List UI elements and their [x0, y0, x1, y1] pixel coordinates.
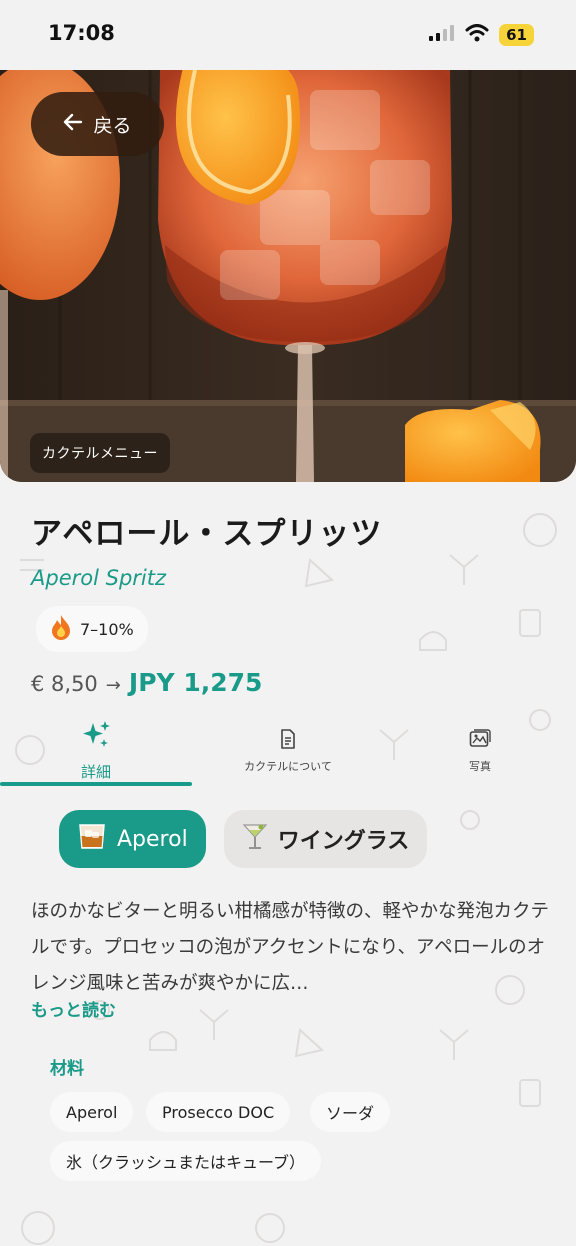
read-more-link[interactable]: もっと読む — [31, 996, 116, 1021]
drink-title: アペロール・スプリッツ — [31, 516, 383, 552]
base-spirit-label: Aperol — [117, 826, 188, 852]
arrow-left-icon — [63, 113, 83, 136]
signal-icon — [429, 25, 455, 45]
glass-type-label: ワイングラス — [277, 829, 410, 854]
price-original: € 8,50 — [31, 672, 98, 696]
tab-photos[interactable]: 写真 — [384, 714, 576, 788]
sparkles-icon — [80, 719, 112, 755]
status-icons: 61 — [429, 24, 534, 46]
back-button-label: 戻る — [93, 114, 132, 137]
document-icon — [280, 729, 296, 752]
tab-about-label: カクテルについて — [244, 760, 332, 773]
ingredient-chip: 氷（クラッシュまたはキューブ） — [50, 1141, 322, 1181]
back-button[interactable]: 戻る — [31, 92, 164, 156]
status-bar: 17:08 61 — [0, 0, 576, 70]
tab-photos-label: 写真 — [469, 760, 491, 773]
ingredient-chip: ソーダ — [310, 1092, 391, 1132]
price-arrow: → — [105, 675, 121, 696]
ingredient-chip: Aperol — [50, 1092, 134, 1132]
tab-details[interactable]: 詳細 — [0, 714, 192, 788]
ingredients-heading: 材料 — [50, 1059, 84, 1079]
wifi-icon — [465, 24, 489, 46]
tab-about[interactable]: カクテルについて — [192, 714, 384, 788]
drink-subtitle: Aperol Spritz — [31, 566, 166, 590]
abv-badge: 7–10% — [36, 606, 148, 652]
ingredient-chip: Prosecco DOC — [146, 1092, 291, 1132]
base-spirit-chip[interactable]: Aperol — [59, 810, 206, 868]
cocktail-glass-icon — [242, 822, 268, 856]
attribute-chips: Aperol ワイングラス — [59, 810, 428, 868]
category-badge: カクテルメニュー — [30, 433, 170, 473]
whiskey-glass-icon — [77, 821, 107, 857]
battery-indicator: 61 — [499, 24, 534, 46]
abv-value: 7–10% — [80, 619, 134, 639]
tab-details-label: 詳細 — [80, 763, 111, 781]
price: € 8,50 → JPY 1,275 — [31, 668, 262, 697]
glass-type-chip[interactable]: ワイングラス — [223, 810, 428, 868]
price-converted: JPY 1,275 — [128, 668, 263, 697]
tab-bar: 詳細 カクテルについて 写真 — [0, 714, 576, 788]
flame-icon — [50, 614, 72, 644]
active-tab-indicator — [0, 782, 192, 786]
status-time: 17:08 — [48, 21, 115, 45]
photo-icon — [469, 729, 491, 752]
drink-description: ほのかなビターと明るい柑橘感が特徴の、軽やかな発泡カクテルです。プロセッコの泡が… — [31, 901, 550, 994]
